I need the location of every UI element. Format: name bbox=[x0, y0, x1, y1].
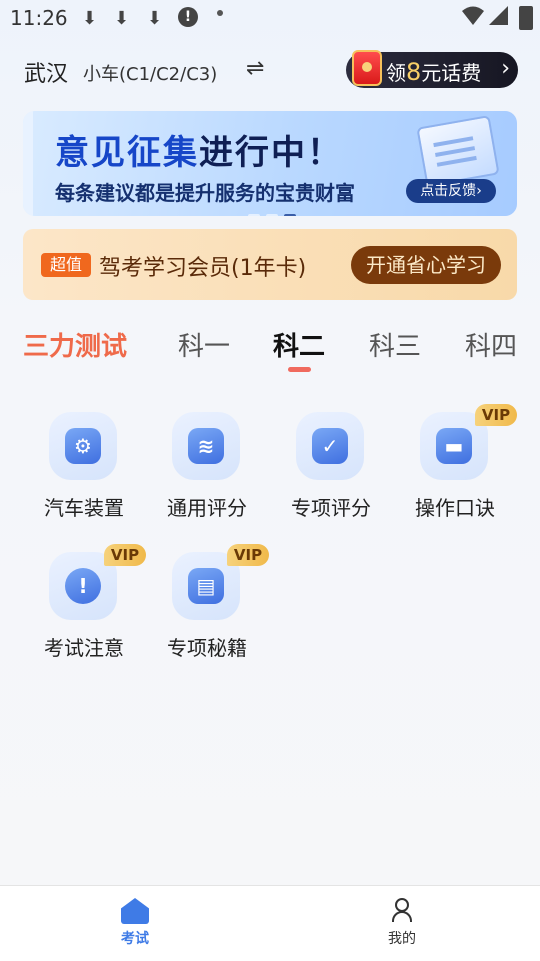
subject-tabs: 三力测试 科一 科二 科三 科四 bbox=[0, 326, 540, 376]
grid-item-exam-notes[interactable]: ! VIP 考试注意 bbox=[24, 544, 146, 672]
membership-title: 驾考学习会员(1年卡) bbox=[99, 256, 307, 281]
download-icon: ⬇ bbox=[114, 8, 130, 29]
banner-title: 意见征集进行中！ bbox=[55, 133, 343, 173]
wifi-icon bbox=[462, 6, 484, 31]
layers-icon: ≋ bbox=[172, 412, 240, 480]
grid-item-label: 专项秘籍 bbox=[167, 636, 247, 660]
grid-item-label: 操作口诀 bbox=[415, 496, 495, 520]
alert-icon: ! bbox=[178, 7, 198, 27]
home-icon bbox=[121, 898, 149, 924]
grid-item-label: 考试注意 bbox=[44, 636, 124, 660]
status-bar: 11:26 ⬇ ⬇ ⬇ ! bbox=[0, 0, 540, 36]
chevron-right-icon: › bbox=[501, 56, 510, 81]
banner-subtitle: 每条建议都是提升服务的宝贵财富 bbox=[55, 181, 355, 205]
carousel-indicator bbox=[248, 203, 302, 216]
status-time: 11:26 bbox=[10, 6, 68, 30]
nav-label: 考试 bbox=[121, 931, 149, 947]
membership-card[interactable]: 超值 驾考学习会员(1年卡) 开通省心学习 bbox=[23, 229, 517, 300]
grid-item-label: 专项评分 bbox=[291, 496, 371, 520]
signal-icon bbox=[489, 6, 509, 31]
nav-exam[interactable]: 考试 bbox=[95, 898, 175, 958]
download-icon: ⬇ bbox=[82, 8, 98, 29]
user-icon bbox=[392, 898, 412, 924]
bottom-nav: 考试 我的 bbox=[0, 885, 540, 961]
phone-credit-promo-button[interactable]: 领8元话费 › bbox=[346, 50, 518, 88]
tab-subject-3[interactable]: 科三 bbox=[369, 326, 421, 363]
promo-amount: 8 bbox=[406, 58, 422, 86]
active-tab-indicator bbox=[288, 367, 311, 372]
carousel-dot bbox=[266, 214, 278, 216]
grid-item-special-secrets[interactable]: ▤ VIP 专项秘籍 bbox=[147, 544, 269, 672]
battery-icon bbox=[519, 6, 533, 30]
grid-item-special-scoring[interactable]: ✓ 专项评分 bbox=[271, 412, 391, 532]
header: 武汉 小车(C1/C2/C3) ⇌ 领8元话费 › bbox=[0, 50, 540, 94]
nav-label: 我的 bbox=[388, 931, 416, 947]
red-envelope-icon bbox=[352, 50, 382, 86]
clipboard-check-icon: ✓ bbox=[296, 412, 364, 480]
tab-three-abilities[interactable]: 三力测试 bbox=[23, 326, 127, 363]
dot-icon bbox=[217, 10, 223, 16]
tab-subject-2[interactable]: 科二 bbox=[273, 326, 325, 363]
city-selector[interactable]: 武汉 bbox=[24, 56, 68, 88]
grid-item-label: 通用评分 bbox=[167, 496, 247, 520]
nav-mine[interactable]: 我的 bbox=[362, 898, 442, 958]
vip-badge: VIP bbox=[475, 404, 517, 426]
download-icon: ⬇ bbox=[147, 8, 163, 29]
grid-item-operation-tips[interactable]: ▬ VIP 操作口诀 bbox=[395, 404, 517, 532]
swap-icon[interactable]: ⇌ bbox=[246, 56, 264, 81]
promo-text: 领8元话费 bbox=[386, 58, 482, 86]
grid-item-car-devices[interactable]: ⚙ 汽车装置 bbox=[24, 412, 144, 532]
feedback-banner[interactable]: 意见征集进行中！ 每条建议都是提升服务的宝贵财富 点击反馈› bbox=[23, 111, 517, 216]
vip-badge: VIP bbox=[104, 544, 146, 566]
clipboard-pen-icon bbox=[416, 115, 500, 187]
car-type-selector[interactable]: 小车(C1/C2/C3) bbox=[83, 60, 217, 86]
tab-subject-1[interactable]: 科一 bbox=[178, 326, 230, 363]
car-wrench-icon: ⚙ bbox=[49, 412, 117, 480]
open-membership-button[interactable]: 开通省心学习 bbox=[351, 246, 501, 284]
carousel-dot bbox=[248, 214, 260, 216]
grid-item-general-scoring[interactable]: ≋ 通用评分 bbox=[147, 412, 267, 532]
tab-subject-4[interactable]: 科四 bbox=[465, 326, 517, 363]
carousel-dot-active bbox=[284, 214, 296, 216]
grid-item-label: 汽车装置 bbox=[44, 496, 124, 520]
vip-badge: VIP bbox=[227, 544, 269, 566]
feedback-button[interactable]: 点击反馈› bbox=[406, 179, 496, 203]
value-badge: 超值 bbox=[41, 253, 91, 277]
